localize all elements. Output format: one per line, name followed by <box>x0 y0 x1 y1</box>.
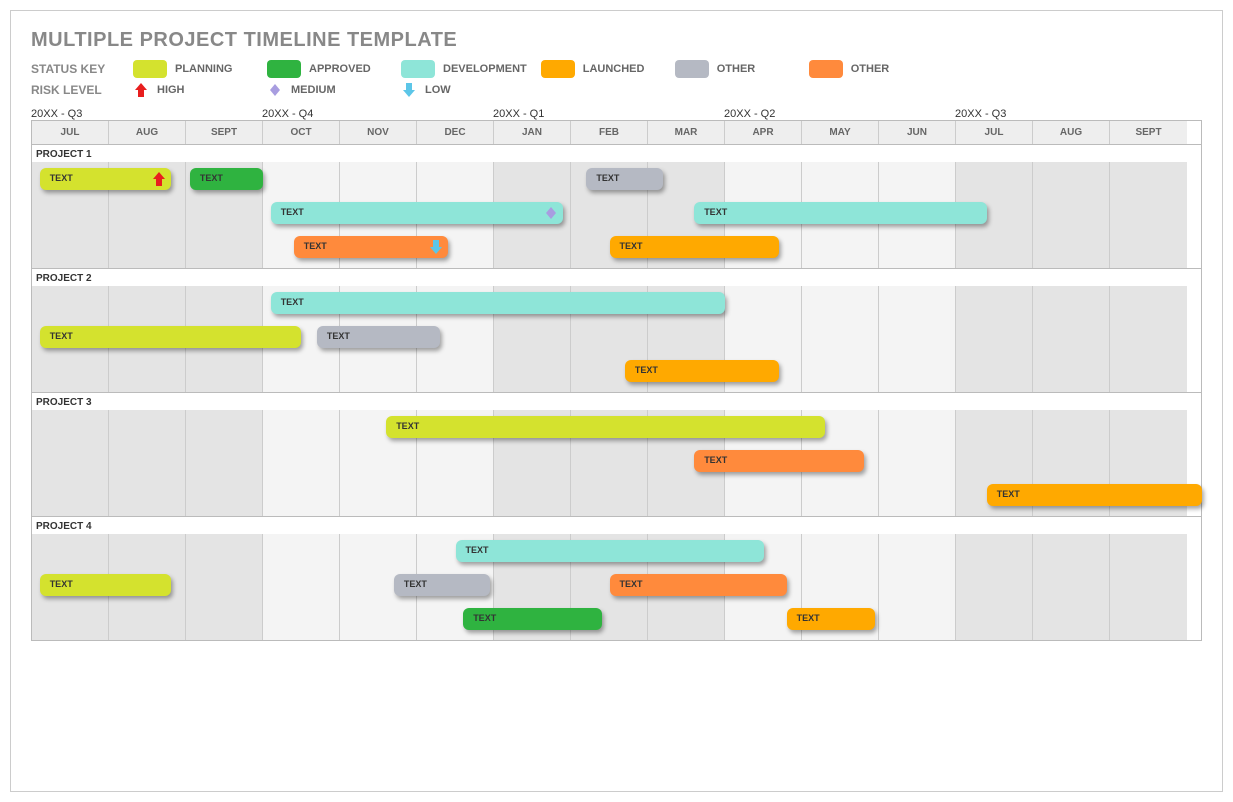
quarter-label: 20XX - Q2 <box>724 108 955 120</box>
task-bar-development[interactable]: TEXT <box>694 202 987 224</box>
lane-rows: TEXTTEXTTEXTTEXTTEXTTEXT <box>32 534 1201 640</box>
month-header: MAY <box>802 121 879 144</box>
legend-launched-text: LAUNCHED <box>583 63 645 75</box>
legend-approved: APPROVED <box>267 60 387 78</box>
task-bar-planning[interactable]: TEXT <box>386 416 825 438</box>
legend-risk-low: LOW <box>401 82 521 98</box>
task-bar-launched[interactable]: TEXT <box>787 608 876 630</box>
task-bar-development[interactable]: TEXT <box>271 202 564 224</box>
project-section: PROJECT 4TEXTTEXTTEXTTEXTTEXTTEXT <box>31 517 1202 641</box>
task-bar-development[interactable]: TEXT <box>456 540 764 562</box>
quarter-label: 20XX - Q3 <box>31 108 262 120</box>
legend-launched: LAUNCHED <box>541 60 661 78</box>
project-section: PROJECT 3 TEXT TEXT TEXT <box>31 393 1202 517</box>
month-header: AUG <box>109 121 186 144</box>
month-header: MAR <box>648 121 725 144</box>
arrow-down-icon <box>401 82 417 98</box>
quarter-label: 20XX - Q4 <box>262 108 493 120</box>
legend-other2-text: OTHER <box>851 63 890 75</box>
project-label: PROJECT 4 <box>32 517 1201 534</box>
month-header: OCT <box>263 121 340 144</box>
task-bar-other1[interactable]: TEXT <box>586 168 663 190</box>
month-header: JUL <box>956 121 1033 144</box>
task-bar-other2[interactable]: TEXT <box>610 574 787 596</box>
legend-other1: OTHER <box>675 60 795 78</box>
task-bar-planning[interactable]: TEXT <box>40 574 171 596</box>
legend-development: DEVELOPMENT <box>401 60 527 78</box>
project-section: PROJECT 2 TEXT TEXT TEXT TEXT <box>31 269 1202 393</box>
project-lanes: TEXT TEXT TEXT TEXT <box>32 286 1201 392</box>
status-key-label: STATUS KEY <box>31 62 119 76</box>
lane-rows: TEXT TEXT TEXT TEXT TEXT TEXT TEXT <box>32 162 1201 268</box>
project-label: PROJECT 3 <box>32 393 1201 410</box>
risk-high-text: HIGH <box>157 84 185 96</box>
risk-low-text: LOW <box>425 84 451 96</box>
lane <box>32 602 1201 636</box>
page-title: MULTIPLE PROJECT TIMELINE TEMPLATE <box>31 29 1202 52</box>
project-label: PROJECT 1 <box>32 145 1201 162</box>
lane <box>32 354 1201 388</box>
swatch-other2 <box>809 60 843 78</box>
risk-medium-text: MEDIUM <box>291 84 336 96</box>
project-lanes: TEXT TEXT TEXT <box>32 410 1201 516</box>
month-header: SEPT <box>186 121 263 144</box>
task-bar-other2[interactable]: TEXT <box>294 236 448 258</box>
swatch-approved <box>267 60 301 78</box>
timeline-template: MULTIPLE PROJECT TIMELINE TEMPLATE STATU… <box>10 10 1223 792</box>
legend-planning-text: PLANNING <box>175 63 232 75</box>
month-header: JAN <box>494 121 571 144</box>
task-bar-other1[interactable]: TEXT <box>317 326 440 348</box>
swatch-development <box>401 60 435 78</box>
month-header: AUG <box>1033 121 1110 144</box>
lane-rows: TEXT TEXT TEXT TEXT <box>32 286 1201 392</box>
swatch-planning <box>133 60 167 78</box>
projects-container: PROJECT 1TEXTTEXTTEXTTEXTTEXTTEXTTEXTPRO… <box>31 145 1202 641</box>
task-bar-planning[interactable]: TEXT <box>40 168 171 190</box>
month-header: FEB <box>571 121 648 144</box>
task-bar-launched[interactable]: TEXT <box>987 484 1203 506</box>
task-bar-planning[interactable]: TEXT <box>40 326 302 348</box>
risk-level-label: RISK LEVEL <box>31 83 119 97</box>
month-header: SEPT <box>1110 121 1187 144</box>
lane <box>32 196 1201 230</box>
task-bar-approved[interactable]: TEXT <box>463 608 602 630</box>
swatch-other1 <box>675 60 709 78</box>
quarter-label: 20XX - Q3 <box>955 108 1186 120</box>
risk-low-icon <box>428 239 444 255</box>
month-header: NOV <box>340 121 417 144</box>
month-header: JUN <box>879 121 956 144</box>
arrow-up-icon <box>133 82 149 98</box>
task-bar-other1[interactable]: TEXT <box>394 574 490 596</box>
swatch-launched <box>541 60 575 78</box>
status-key-row: STATUS KEY PLANNING APPROVED DEVELOPMENT… <box>31 60 1202 78</box>
legend-other1-text: OTHER <box>717 63 756 75</box>
quarter-header-row: 20XX - Q320XX - Q420XX - Q120XX - Q220XX… <box>31 108 1202 120</box>
legend-other2: OTHER <box>809 60 929 78</box>
risk-medium-icon <box>543 205 559 221</box>
legend-risk-medium: MEDIUM <box>267 82 387 98</box>
task-bar-launched[interactable]: TEXT <box>625 360 779 382</box>
month-header: JUL <box>32 121 109 144</box>
legend-risk-high: HIGH <box>133 82 253 98</box>
risk-high-icon <box>151 171 167 187</box>
month-header: APR <box>725 121 802 144</box>
project-lanes: TEXTTEXTTEXTTEXTTEXTTEXT <box>32 534 1201 640</box>
month-header-row: JULAUGSEPTOCTNOVDECJANFEBMARAPRMAYJUNJUL… <box>31 120 1202 145</box>
project-section: PROJECT 1 TEXT TEXT TEXT TEXT TEXT TEXT TEXT <box>31 145 1202 269</box>
task-bar-approved[interactable]: TEXT <box>190 168 263 190</box>
task-bar-other2[interactable]: TEXT <box>694 450 863 472</box>
lane <box>32 444 1201 478</box>
lane-rows: TEXT TEXT TEXT <box>32 410 1201 516</box>
project-lanes: TEXT TEXT TEXT TEXT TEXT TEXT TEXT <box>32 162 1201 268</box>
project-label: PROJECT 2 <box>32 269 1201 286</box>
legend-development-text: DEVELOPMENT <box>443 63 527 75</box>
quarter-label: 20XX - Q1 <box>493 108 724 120</box>
task-bar-development[interactable]: TEXT <box>271 292 725 314</box>
legend-approved-text: APPROVED <box>309 63 371 75</box>
legend-planning: PLANNING <box>133 60 253 78</box>
diamond-icon <box>267 82 283 98</box>
risk-level-row: RISK LEVEL HIGH MEDIUM LOW <box>31 82 1202 98</box>
month-header: DEC <box>417 121 494 144</box>
task-bar-launched[interactable]: TEXT <box>610 236 779 258</box>
